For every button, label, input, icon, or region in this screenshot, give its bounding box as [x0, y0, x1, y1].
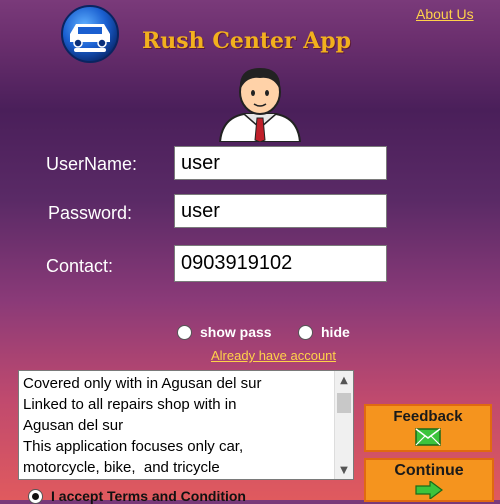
- username-input[interactable]: [174, 146, 387, 180]
- hide-pass-radio[interactable]: hide: [298, 324, 350, 340]
- password-label: Password:: [48, 203, 133, 223]
- radio-circle-icon: [298, 324, 313, 340]
- scroll-thumb[interactable]: [337, 393, 351, 413]
- password-input[interactable]: [174, 194, 387, 228]
- scroll-up-icon[interactable]: ▲: [335, 371, 353, 389]
- radio-checked-icon: [28, 488, 43, 504]
- app-title: Rush Center App: [142, 28, 352, 54]
- accept-terms-radio[interactable]: I accept Terms and Condition: [28, 488, 246, 504]
- terms-text: Covered only with in Agusan del sur Link…: [23, 375, 262, 476]
- show-pass-radio[interactable]: show pass: [177, 324, 272, 340]
- arrow-right-icon: [414, 479, 444, 504]
- radio-circle-icon: [177, 324, 192, 340]
- app-logo-icon: [52, 4, 128, 64]
- envelope-icon: [415, 428, 441, 450]
- username-label: UserName:: [46, 154, 138, 174]
- about-us-link[interactable]: About Us: [416, 6, 474, 22]
- accept-terms-label: I accept Terms and Condition: [51, 488, 246, 504]
- terms-textbox[interactable]: Covered only with in Agusan del sur Link…: [18, 370, 354, 480]
- feedback-label: Feedback: [393, 408, 463, 425]
- show-pass-label: show pass: [200, 324, 272, 340]
- contact-input[interactable]: [174, 245, 387, 282]
- feedback-button[interactable]: Feedback: [364, 404, 492, 452]
- scroll-down-icon[interactable]: ▼: [335, 461, 353, 479]
- continue-button[interactable]: Continue: [364, 458, 494, 502]
- contact-label: Contact:: [46, 256, 114, 276]
- continue-label: Continue: [394, 462, 464, 479]
- terms-scrollbar[interactable]: ▲ ▼: [334, 371, 353, 479]
- already-have-account-link[interactable]: Already have account: [211, 348, 336, 363]
- user-avatar-icon: [214, 62, 306, 143]
- hide-label: hide: [321, 324, 350, 340]
